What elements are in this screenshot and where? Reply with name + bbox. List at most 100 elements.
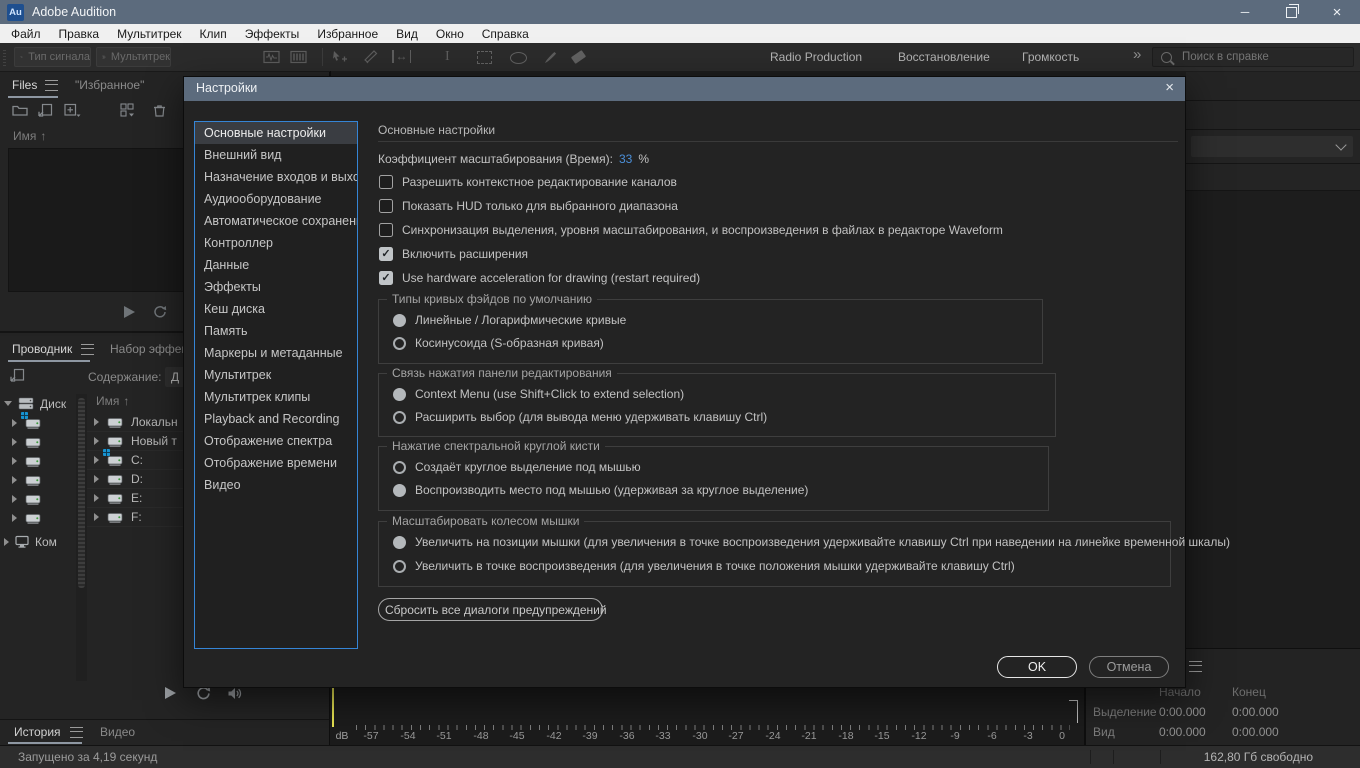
tree-root-row[interactable]: Диск <box>0 394 66 413</box>
menu-multitrack[interactable]: Мультитрек <box>108 27 190 41</box>
tree-scrollbar[interactable] <box>76 394 87 681</box>
close-button[interactable]: × <box>1314 0 1360 24</box>
ok-button[interactable]: OK <box>997 656 1077 678</box>
caret-right-icon[interactable] <box>12 419 17 427</box>
panel-menu-icon[interactable] <box>1189 661 1202 672</box>
cancel-button[interactable]: Отмена <box>1089 656 1169 678</box>
category-appearance[interactable]: Внешний вид <box>195 144 357 166</box>
caret-right-icon[interactable] <box>94 456 99 464</box>
waveform-display-icon[interactable] <box>263 50 280 64</box>
caret-right-icon[interactable] <box>94 513 99 521</box>
tree-drive-row[interactable] <box>12 489 41 508</box>
help-search-input[interactable] <box>1180 50 1334 64</box>
radio-option[interactable]: Увеличить в точке воспроизведения (для у… <box>393 559 1015 573</box>
category-auto-save[interactable]: Автоматическое сохранение <box>195 210 357 232</box>
tree-scrollbar-thumb[interactable] <box>78 398 85 588</box>
menu-view[interactable]: Вид <box>387 27 427 41</box>
checkbox-checked-icon[interactable]: ✓ <box>379 271 393 285</box>
restore-button[interactable] <box>1268 0 1314 24</box>
radio-option[interactable]: Context Menu (use Shift+Click to extend … <box>393 387 684 401</box>
radio-unselected-icon[interactable] <box>393 411 406 424</box>
explorer-import-icon[interactable] <box>10 368 25 382</box>
video-tab[interactable]: Видео <box>100 725 135 739</box>
radio-option[interactable]: Косинусоида (S-образная кривая) <box>393 336 604 350</box>
category-control-surface[interactable]: Контроллер <box>195 232 357 254</box>
tree-drive-row[interactable] <box>12 508 41 527</box>
files-panel-menu-icon[interactable] <box>45 80 58 91</box>
checkbox-checked-icon[interactable]: ✓ <box>379 247 393 261</box>
category-multitrack[interactable]: Мультитрек <box>195 364 357 386</box>
explorer-panel-menu-icon[interactable] <box>81 344 94 355</box>
help-search-box[interactable] <box>1152 47 1354 67</box>
category-effects[interactable]: Эффекты <box>195 276 357 298</box>
razor-tool-icon[interactable] <box>363 49 378 64</box>
checkbox-unchecked-icon[interactable] <box>379 199 393 213</box>
new-item-icon[interactable] <box>64 103 81 117</box>
tree-drive-row[interactable] <box>12 451 41 470</box>
category-multitrack-clips[interactable]: Мультитрек клипы <box>195 386 357 408</box>
caret-right-icon[interactable] <box>12 457 17 465</box>
category-time-display[interactable]: Отображение времени <box>195 452 357 474</box>
marquee-tool-icon[interactable] <box>477 51 492 64</box>
category-data[interactable]: Данные <box>195 254 357 276</box>
category-memory[interactable]: Память <box>195 320 357 342</box>
category-markers-metadata[interactable]: Маркеры и метаданные <box>195 342 357 364</box>
reset-warnings-button[interactable]: Сбросить все диалоги предупреждений <box>378 598 603 621</box>
caret-right-icon[interactable] <box>12 438 17 446</box>
ibeam-tool-icon[interactable]: I <box>445 49 450 65</box>
caret-right-icon[interactable] <box>12 476 17 484</box>
minimize-button[interactable]: ─ <box>1222 0 1268 24</box>
radio-selected-icon[interactable] <box>393 484 406 497</box>
checkbox-unchecked-icon[interactable] <box>379 223 393 237</box>
workspace-overflow-chevron[interactable]: » <box>1133 46 1141 63</box>
category-audio-hardware[interactable]: Аудиооборудование <box>195 188 357 210</box>
caret-right-icon[interactable] <box>94 494 99 502</box>
checkbox-unchecked-icon[interactable] <box>379 175 393 189</box>
category-general[interactable]: Основные настройки <box>195 122 357 144</box>
import-files-icon[interactable] <box>38 103 53 117</box>
spectral-display-icon[interactable] <box>290 50 307 64</box>
radio-selected-icon[interactable] <box>393 388 406 401</box>
category-video[interactable]: Видео <box>195 474 357 496</box>
lasso-tool-icon[interactable] <box>510 52 527 64</box>
radio-option[interactable]: Воспроизводить место под мышью (удержива… <box>393 483 808 497</box>
menu-window[interactable]: Окно <box>427 27 473 41</box>
caret-right-icon[interactable] <box>4 538 9 546</box>
category-spectral-display[interactable]: Отображение спектра <box>195 430 357 452</box>
radio-unselected-icon[interactable] <box>393 461 406 474</box>
menu-clip[interactable]: Клип <box>191 27 236 41</box>
explorer-play-icon[interactable] <box>165 687 176 699</box>
tree-computer-row[interactable]: Ком <box>0 532 57 551</box>
caret-right-icon[interactable] <box>12 514 17 522</box>
menu-help[interactable]: Справка <box>473 27 538 41</box>
explorer-loop-icon[interactable] <box>195 686 211 702</box>
open-file-icon[interactable] <box>12 103 28 117</box>
radio-unselected-icon[interactable] <box>393 337 406 350</box>
category-media-cache[interactable]: Кеш диска <box>195 298 357 320</box>
toolbar-grip[interactable] <box>3 48 6 66</box>
move-tool-icon[interactable] <box>332 50 348 63</box>
category-channel-mapping[interactable]: Назначение входов и выходов <box>195 166 357 188</box>
caret-right-icon[interactable] <box>94 475 99 483</box>
menu-edit[interactable]: Правка <box>50 27 109 41</box>
time-selection-tool-icon[interactable]: ↔ <box>392 50 411 63</box>
list-name-header[interactable]: Имя ↑ <box>96 394 129 408</box>
workspace-loudness[interactable]: Громкость <box>1022 50 1079 64</box>
workspace-restoration[interactable]: Восстановление <box>898 50 990 64</box>
zoom-factor-value[interactable]: 33 <box>619 152 632 166</box>
checkbox-row[interactable]: ✓ Use hardware acceleration for drawing … <box>379 271 700 285</box>
files-loop-icon[interactable] <box>152 305 167 320</box>
checkbox-row[interactable]: Разрешить контекстное редактирование кан… <box>379 175 677 189</box>
brush-tool-icon[interactable] <box>543 50 557 64</box>
files-name-header[interactable]: Имя ↑ <box>13 129 46 143</box>
dialog-title-bar[interactable]: Настройки × <box>184 77 1185 101</box>
radio-unselected-icon[interactable] <box>393 560 406 573</box>
tree-drive-row[interactable] <box>12 432 41 451</box>
history-tab[interactable]: История <box>14 725 83 739</box>
menu-file[interactable]: Файл <box>2 27 50 41</box>
tree-drive-row[interactable] <box>12 470 41 489</box>
category-playback-recording[interactable]: Playback and Recording <box>195 408 357 430</box>
multitrack-view-button[interactable]: Мультитрек <box>96 47 171 67</box>
waveform-view-button[interactable]: Тип сигнала <box>14 47 91 67</box>
radio-selected-icon[interactable] <box>393 314 406 327</box>
